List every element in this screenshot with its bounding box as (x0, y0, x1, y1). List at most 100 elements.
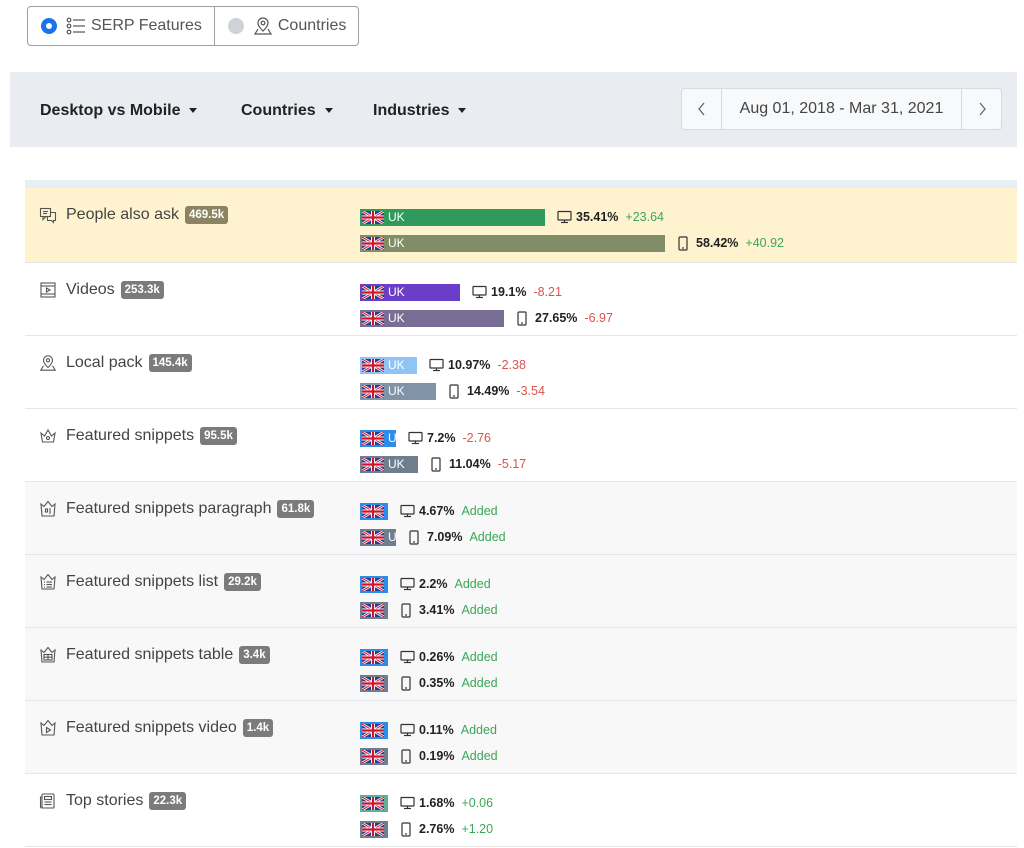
mobile-share-bar[interactable]: UK (360, 382, 436, 400)
table-row[interactable]: Featured snippets 95.5k U 7.2% -2.76 UK 11.04%… (25, 409, 1017, 482)
desktop-bar-line: UK 35.41% +23.64 (360, 208, 784, 226)
desktop-share-value: 10.97% -2.38 (429, 358, 526, 372)
caret-down-icon (458, 107, 467, 113)
table-row[interactable]: Videos 253.3k UK 19.1% -8.21 UK 27.65% -6.97 (25, 263, 1017, 336)
desktop-percent: 35.41% (576, 210, 619, 224)
countries-filter-dropdown[interactable]: Countries (241, 102, 333, 120)
prev-period-button[interactable] (682, 89, 722, 129)
uk-flag-icon (361, 649, 385, 665)
feature-name-cell: Top stories 22.3k (39, 792, 187, 810)
uk-flag-icon (361, 310, 385, 326)
table-row[interactable]: Featured snippets paragraph 61.8k 4.67% Add… (25, 482, 1017, 555)
mobile-percent: 14.49% (467, 384, 510, 398)
table-row[interactable]: People also ask 469.5k UK 35.41% +23.64 UK 58.… (25, 188, 1017, 263)
uk-flag-icon (361, 357, 385, 373)
country-code: UK (388, 384, 405, 398)
table-row[interactable]: Top stories 22.3k 1.68% +0.06 2.76% +1.20 (25, 774, 1017, 847)
mobile-share-value: 3.41% Added (400, 603, 498, 618)
feature-name-cell: Featured snippets paragraph 61.8k (39, 500, 315, 518)
mobile-share-bar[interactable] (360, 820, 388, 838)
mobile-share-bar[interactable]: UK (360, 234, 665, 252)
toggle-serp-features[interactable]: SERP Features (28, 7, 214, 45)
feature-name-cell: Featured snippets video 1.4k (39, 719, 274, 737)
mobile-share-value: 27.65% -6.97 (516, 311, 613, 326)
mobile-delta: Added (461, 749, 498, 763)
mobile-bar-line: U 7.09% Added (360, 528, 506, 546)
desktop-share-value: 4.67% Added (400, 504, 498, 518)
mobile-share-bar[interactable] (360, 674, 388, 692)
table-row[interactable]: Featured snippets video 1.4k 0.11% Added 0.1… (25, 701, 1017, 774)
crown-list-icon (39, 573, 57, 591)
feature-name: Videos (66, 281, 115, 298)
caret-down-icon (324, 107, 333, 113)
next-period-button[interactable] (961, 89, 1001, 129)
desktop-share-bar[interactable] (360, 794, 388, 812)
desktop-percent: 1.68% (419, 796, 455, 810)
video-icon (39, 281, 57, 299)
mobile-share-bar[interactable]: UK (360, 309, 504, 327)
feature-name: Featured snippets table (66, 646, 234, 663)
desktop-share-bar[interactable] (360, 721, 388, 739)
desktop-bar-line: 0.26% Added (360, 648, 498, 666)
feature-name-cell: Featured snippets 95.5k (39, 427, 237, 445)
desktop-share-bar[interactable] (360, 502, 388, 520)
table-row[interactable]: Featured snippets list 29.2k 2.2% Added 3.41… (25, 555, 1017, 628)
chevron-right-icon (979, 102, 986, 116)
crown-icon (39, 427, 57, 445)
mobile-icon (430, 457, 445, 472)
mobile-share-bar[interactable]: U (360, 528, 396, 546)
mobile-percent: 27.65% (535, 311, 578, 325)
desktop-icon (400, 796, 415, 810)
mobile-delta: -3.54 (516, 384, 545, 398)
uk-flag-icon (361, 576, 385, 592)
table-row[interactable]: Local pack 145.4k UK 10.97% -2.38 UK 14.49% -3.… (25, 336, 1017, 409)
desktop-share-bar[interactable]: UK (360, 283, 460, 301)
mobile-share-value: 2.76% +1.20 (400, 822, 494, 837)
serp-features-table: People also ask 469.5k UK 35.41% +23.64 UK 58.… (25, 180, 1017, 847)
mobile-icon (516, 311, 531, 326)
desktop-icon (400, 650, 415, 664)
desktop-icon (557, 210, 572, 224)
feature-name: Local pack (66, 354, 143, 371)
device-filter-dropdown[interactable]: Desktop vs Mobile (40, 102, 198, 120)
view-toggle-group: SERP Features Countries (27, 6, 360, 46)
mobile-share-bar[interactable] (360, 747, 388, 765)
desktop-delta: Added (460, 723, 497, 737)
country-code: UK (388, 210, 405, 224)
mobile-delta: Added (461, 676, 498, 690)
desktop-share-bar[interactable]: UK (360, 208, 545, 226)
share-bars: 0.26% Added 0.35% Added (360, 648, 498, 700)
feature-name: Featured snippets paragraph (66, 500, 272, 517)
mobile-percent: 3.41% (419, 603, 455, 617)
desktop-share-value: 2.2% Added (400, 577, 491, 591)
mobile-share-bar[interactable] (360, 601, 388, 619)
feature-name-cell: Featured snippets table 3.4k (39, 646, 270, 664)
toggle-countries[interactable]: Countries (213, 7, 358, 45)
mobile-bar-line: 3.41% Added (360, 601, 498, 619)
table-row[interactable]: Featured snippets table 3.4k 0.26% Added 0.3… (25, 628, 1017, 701)
feature-name-cell: People also ask 469.5k (39, 206, 229, 224)
date-range-display[interactable]: Aug 01, 2018 - Mar 31, 2021 (722, 100, 961, 118)
desktop-share-bar[interactable]: U (360, 429, 396, 447)
country-code: UK (388, 457, 405, 471)
count-badge: 61.8k (277, 500, 315, 518)
desktop-percent: 10.97% (448, 358, 491, 372)
desktop-share-bar[interactable]: UK (360, 356, 417, 374)
desktop-percent: 7.2% (427, 431, 456, 445)
share-bars: 2.2% Added 3.41% Added (360, 575, 498, 627)
mobile-share-bar[interactable]: UK (360, 455, 418, 473)
desktop-share-bar[interactable] (360, 575, 388, 593)
desktop-share-bar[interactable] (360, 648, 388, 666)
desktop-delta: Added (454, 577, 491, 591)
mobile-percent: 0.19% (419, 749, 455, 763)
uk-flag-icon (361, 529, 385, 545)
mobile-icon (400, 749, 415, 764)
country-code: UK (388, 236, 405, 250)
uk-flag-icon (361, 821, 385, 837)
mobile-delta: +1.20 (461, 822, 494, 836)
industries-filter-dropdown[interactable]: Industries (373, 102, 467, 120)
count-badge: 29.2k (224, 573, 261, 591)
date-range-picker: Aug 01, 2018 - Mar 31, 2021 (681, 88, 1002, 130)
mobile-delta: -5.17 (497, 457, 527, 471)
mobile-icon (400, 603, 415, 618)
